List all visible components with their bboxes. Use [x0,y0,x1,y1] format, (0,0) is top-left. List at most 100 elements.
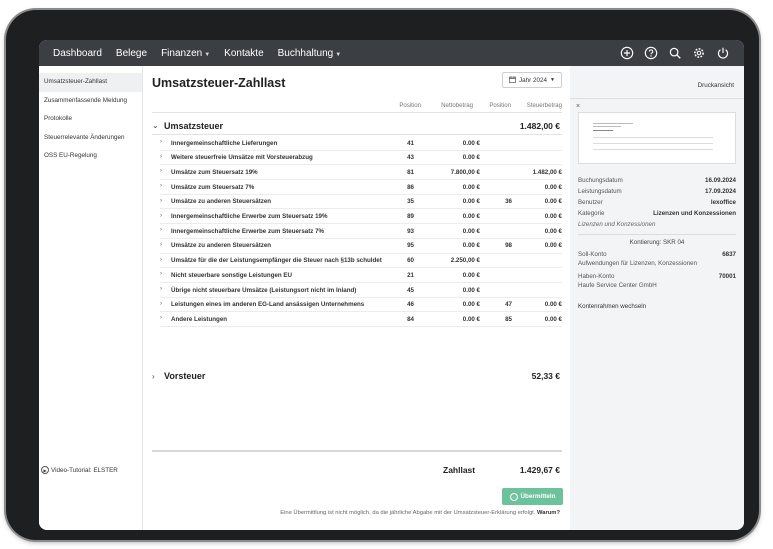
row-position: 35 [407,198,414,206]
help-icon[interactable] [643,45,658,60]
note-text: Eine Übermittlung ist nicht möglich, da … [280,510,536,516]
submit-button[interactable]: → Übermitteln [502,488,563,505]
soll-konto-label: Soll-Konto [578,251,607,258]
row-position: 95 [407,242,414,250]
row-position: 46 [407,301,414,309]
table-row[interactable]: › Umsätze zu anderen Steuersätzen 95 0.00 €… [160,239,562,254]
row-position: 41 [407,139,414,147]
group-vorsteuer[interactable]: › Vorsteuer 52,33 € [152,367,562,385]
group-umsatzsteuer[interactable]: ⌄ Umsatzsteuer 1.482,00 € [152,117,562,135]
table-row[interactable]: › Übrige nicht steuerbare Umsätze (Leistu… [160,283,562,298]
table-row[interactable]: › Innergemeinschaftliche Erwerbe zum Steu… [160,210,562,225]
video-tutorial-link[interactable]: ▶ Video-Tutorial: ELSTER [41,466,118,474]
submit-button-label: Übermitteln [520,493,556,500]
haben-konto: Haben-Konto 70001 [578,273,736,280]
field-value: lexoffice [710,199,736,206]
table-row[interactable]: › Weitere steuerfreie Umsätze mit Vorsteu… [160,151,562,166]
chevron-right-icon: › [152,371,155,381]
row-label: Übrige nicht steuerbare Umsätze (Leistun… [171,286,357,294]
sidebar-item-protokolle[interactable]: Protokolle [39,110,142,129]
field-value: 16.09.2024 [705,177,736,184]
chevron-right-icon: › [160,256,162,263]
field-buchungsdatum: Buchungsdatum 16.09.2024 [578,177,736,184]
chevron-right-icon: › [160,153,162,160]
soll-konto: Soll-Konto 6837 [578,251,736,258]
soll-konto-description: Aufwendungen für Lizenzen, Konzessionen [578,260,698,267]
field-leistungsdatum: Leistungsdatum 17.09.2024 [578,188,736,195]
plus-circle-icon[interactable] [619,45,634,60]
sidebar-item-umsatzsteuer-zahllast[interactable]: Umsatzsteuer-Zahllast [39,73,142,92]
row-label: Umsätze zu anderen Steuersätzen [171,242,272,250]
arrow-right-icon: → [509,492,518,501]
video-tutorial-label: Video-Tutorial: ELSTER [51,466,118,474]
chevron-right-icon: › [160,241,162,248]
row-nettobetrag: 0.00 € [462,315,480,323]
calendar-icon [509,75,516,85]
column-header-nettobetrag: Nettobetrag [441,102,473,109]
search-icon[interactable] [667,45,682,60]
row-steuerbetrag: 0.00 € [544,315,562,323]
nav-belege[interactable]: Belege [116,48,147,59]
row-steuerbetrag: 1.482,00 € [532,168,562,176]
table-row[interactable]: › Nicht steuerbare sonstige Leistungen EU… [160,268,562,283]
row-position: 84 [407,315,414,323]
sidebar-item-zusammenfassende-meldung[interactable]: Zusammenfassende Meldung [39,92,142,111]
top-navigation: Dashboard Belege Finanzen ▼ Kontakte Buch… [39,40,744,66]
chevron-down-icon: ▼ [204,51,211,58]
table-row[interactable]: › Umsätze zu anderen Steuersätzen 35 0.00 €… [160,195,562,210]
chevron-right-icon: › [160,212,162,219]
row-steuerbetrag: 0.00 € [544,213,562,220]
change-chart-of-accounts-link[interactable]: Kontenrahmen wechseln [578,303,736,310]
group-amount: 1.482,00 € [519,120,560,131]
table-row[interactable]: › Leistungen eines im anderen EG-Land ans… [160,298,562,313]
chevron-right-icon: › [160,300,162,307]
nav-finanzen[interactable]: Finanzen ▼ [161,48,210,59]
table-row[interactable]: › Umsätze zum Steuersatz 7% 86 0.00 € 0.00 € [160,180,562,195]
kontierung-label: Kontierung: SKR 04 [578,234,736,246]
table-row[interactable]: › Umsätze für die der Leistungsempfänger … [160,254,562,269]
print-view-link[interactable]: Druckansicht [698,82,734,89]
soll-konto-value: 6837 [722,251,736,258]
field-key: Buchungsdatum [578,177,623,184]
chevron-right-icon: › [160,168,162,175]
gear-icon[interactable] [691,45,706,60]
chevron-right-icon: › [160,271,162,278]
row-label: Weitere steuerfreie Umsätze mit Vorsteue… [171,154,313,162]
field-value: Lizenzen und Konzessionen [653,210,736,217]
note-why-link[interactable]: Warum? [537,510,560,516]
booking-detail: × Buchungsdatum 16.09.2024 Leistungsdatum… [570,98,744,530]
row-label: Leistungen eines im anderen EG-Land ansä… [171,301,365,309]
table-row[interactable]: › Innergemeinschaftliche Lieferungen 41 0.0… [160,136,562,151]
row-position: 43 [407,154,414,162]
document-thumbnail[interactable] [578,112,736,164]
power-icon[interactable] [715,45,730,60]
year-select-button[interactable]: Jahr 2024 ▼ [502,72,562,88]
app-screen: Dashboard Belege Finanzen ▼ Kontakte Buch… [39,40,744,530]
row-position: 81 [407,168,414,176]
nav-dashboard[interactable]: Dashboard [53,48,102,59]
nav-buchhaltung[interactable]: Buchhaltung ▼ [278,48,342,59]
table-row[interactable]: › Innergemeinschaftliche Erwerbe zum Steu… [160,224,562,239]
table-row[interactable]: › Umsätze zum Steuersatz 19% 81 7.800,00 € 1… [160,165,562,181]
row-position: 93 [407,227,414,235]
row-nettobetrag: 0.00 € [462,139,480,147]
chevron-right-icon: › [160,315,162,322]
row-position: 21 [407,271,414,279]
haben-konto-value: 70001 [718,273,736,280]
table-row[interactable]: › Andere Leistungen 84 0.00 €85 0.00 € [160,312,562,328]
chevron-right-icon: › [160,227,162,234]
nav-kontakte[interactable]: Kontakte [224,48,263,59]
row-nettobetrag: 0.00 € [462,227,480,235]
zahllast-label: Zahllast [443,465,476,475]
field-kategorie: Kategorie Lizenzen und Konzessionen [578,210,736,217]
sidebar-item-oss-eu-regelung[interactable]: OSS EU-Regelung [39,147,142,166]
row-steuerbetrag: 0.00 € [544,198,562,206]
close-icon[interactable]: × [576,103,580,110]
zahllast-amount: 1.429,67 € [519,465,560,475]
sidebar-item-steuerrelevante-aenderungen[interactable]: Steuerrelevante Änderungen [39,129,142,148]
year-select-label: Jahr 2024 [519,76,548,84]
field-key: Leistungsdatum [578,188,622,195]
row-position: 60 [407,257,414,265]
row-nettobetrag: 2.250,00 € [450,257,480,265]
nav-buchhaltung-label: Buchhaltung [277,47,334,59]
